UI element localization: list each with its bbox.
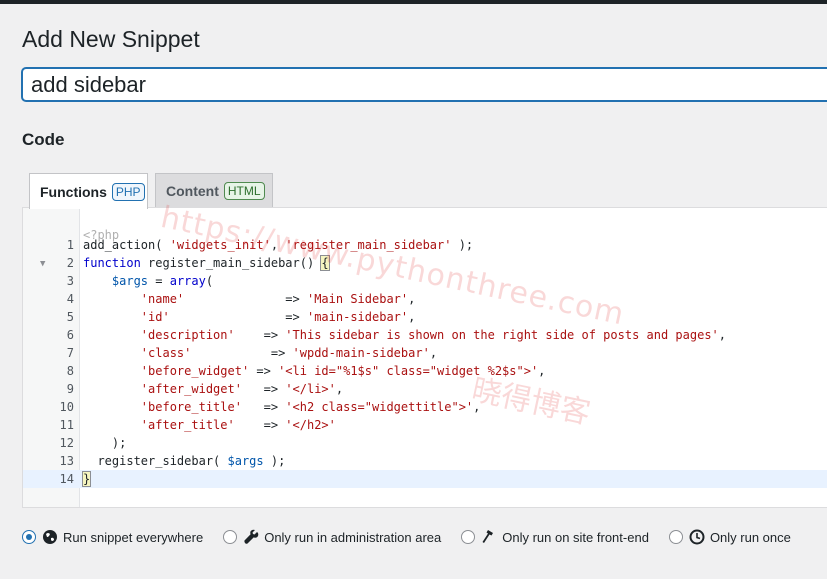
code-area[interactable]: <?php 1 add_action( 'widgets_init', 'regi… xyxy=(23,208,827,507)
code-section-label: Code xyxy=(22,130,65,149)
tab-content-label: Content xyxy=(166,183,219,199)
scope-everywhere-label: Run snippet everywhere xyxy=(63,529,204,545)
line-code: 'description' => 'This sidebar is shown … xyxy=(140,328,727,342)
radio-frontend[interactable] xyxy=(461,530,476,544)
line-number: 11 xyxy=(59,418,74,432)
line-number: 6 xyxy=(66,328,74,342)
radio-once[interactable] xyxy=(668,530,683,544)
code-line[interactable]: 10 'before_title' => '<h2 class="widgett… xyxy=(23,398,827,416)
scope-option-everywhere[interactable]: Run snippet everywhere xyxy=(22,529,203,545)
scope-option-admin[interactable]: Only run in administration area xyxy=(223,529,441,545)
code-line[interactable]: 13 register_sidebar( $args ); xyxy=(23,452,827,470)
scope-option-once[interactable]: Only run once xyxy=(668,529,791,545)
tab-content[interactable]: Content HTML xyxy=(155,173,273,208)
line-number: 1 xyxy=(66,238,74,252)
line-number: 3 xyxy=(66,274,74,288)
clock-icon xyxy=(689,529,705,545)
line-code: 'after_widget' => '</li>', xyxy=(140,382,344,396)
code-line[interactable]: 12 ); xyxy=(23,434,827,452)
php-badge: PHP xyxy=(111,182,145,201)
line-code: 'class' => 'wpdd-main-sidebar', xyxy=(140,346,438,360)
line-number: 4 xyxy=(66,292,74,306)
page-title: Add New Snippet xyxy=(22,26,200,52)
code-line[interactable]: 7 'class' => 'wpdd-main-sidebar', xyxy=(23,344,827,362)
admin-top-bar xyxy=(0,0,827,4)
line-number: 2 xyxy=(66,256,74,270)
scope-admin-label: Only run in administration area xyxy=(264,529,442,545)
line-code: 'before_widget' => '<li id="%1$s" class=… xyxy=(140,364,546,378)
code-line[interactable]: 6 'description' => 'This sidebar is show… xyxy=(23,326,827,344)
code-line[interactable]: 11 'after_title' => '</h2>' xyxy=(23,416,827,434)
radio-admin[interactable] xyxy=(223,530,238,544)
code-header-line: <?php xyxy=(23,208,827,242)
code-line[interactable]: 4 'name' => 'Main Sidebar', xyxy=(23,290,827,308)
code-line[interactable]: 9 'after_widget' => '</li>', xyxy=(23,380,827,398)
scope-frontend-label: Only run on site front-end xyxy=(502,529,649,545)
code-line[interactable]: 1 add_action( 'widgets_init', 'register_m… xyxy=(23,236,827,254)
snippet-title-input[interactable] xyxy=(21,67,827,102)
code-editor[interactable]: <?php 1 add_action( 'widgets_init', 'regi… xyxy=(22,207,827,508)
line-code: 'id' => 'main-sidebar', xyxy=(140,310,416,324)
line-code: } xyxy=(81,471,92,487)
line-number: 8 xyxy=(66,364,74,378)
radio-everywhere[interactable] xyxy=(22,530,36,544)
code-line[interactable]: ▼ 2 function register_main_sidebar() { xyxy=(23,254,827,272)
line-number: 7 xyxy=(66,346,74,360)
line-number: 10 xyxy=(59,400,74,414)
hammer-icon xyxy=(482,530,494,543)
line-code: 'after_title' => '</h2>' xyxy=(140,418,336,432)
scope-options: Run snippet everywhere Only run in admin… xyxy=(22,527,811,547)
line-code: $args = array( xyxy=(111,274,214,288)
code-line[interactable]: 14} xyxy=(23,470,827,488)
code-line[interactable]: 3 $args = array( xyxy=(23,272,827,290)
line-code: add_action( 'widgets_init', 'register_ma… xyxy=(83,238,474,252)
line-number: 12 xyxy=(59,436,74,450)
line-number: 5 xyxy=(66,310,74,324)
tab-functions[interactable]: Functions PHP xyxy=(29,173,148,209)
html-badge: HTML xyxy=(223,182,265,200)
line-code: ); xyxy=(83,436,127,450)
wrench-icon xyxy=(244,529,259,544)
line-number: 9 xyxy=(66,382,74,396)
tab-functions-label: Functions xyxy=(40,183,107,200)
code-line[interactable]: 8 'before_widget' => '<li id="%1$s" clas… xyxy=(23,362,827,380)
line-number: 13 xyxy=(59,454,74,468)
line-code: register_sidebar( $args ); xyxy=(83,454,286,468)
line-code: function register_main_sidebar() { xyxy=(83,255,330,271)
line-code: 'before_title' => '<h2 class="widgettitl… xyxy=(140,400,481,414)
globe-icon xyxy=(43,530,57,544)
scope-once-label: Only run once xyxy=(709,529,791,545)
line-number: 14 xyxy=(59,472,74,486)
scope-option-frontend[interactable]: Only run on site front-end xyxy=(461,529,649,545)
line-code: 'name' => 'Main Sidebar', xyxy=(140,292,416,306)
code-line[interactable]: 5 'id' => 'main-sidebar', xyxy=(23,308,827,326)
